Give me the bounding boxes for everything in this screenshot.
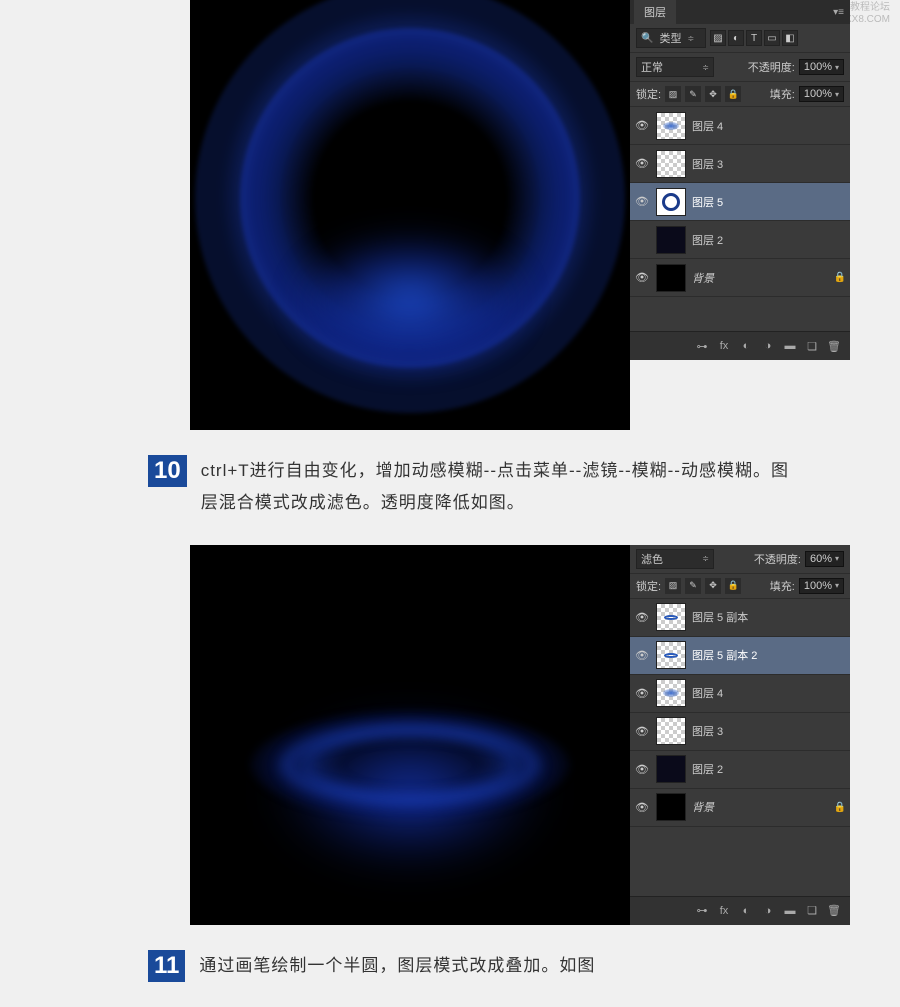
lock-paint-icon[interactable]: ✎ bbox=[685, 86, 701, 102]
canvas-preview-2 bbox=[190, 545, 630, 925]
layers-panel-2: 滤色 ≑ 不透明度: 60%▾ 锁定: ▨ ✎ ✥ 🔒 填充: 100%▾ bbox=[630, 545, 850, 925]
layer-thumb[interactable] bbox=[656, 679, 686, 707]
canvas-preview-1 bbox=[190, 0, 630, 430]
visibility-icon[interactable]: 👁 bbox=[634, 611, 650, 624]
trash-icon[interactable]: 🗑 bbox=[826, 903, 842, 919]
panel-footer: ⊶ fx ◐ ◑ ▬ ❏ 🗑 bbox=[630, 331, 850, 360]
layer-name[interactable]: 图层 5 bbox=[692, 194, 846, 210]
opacity-input[interactable]: 60%▾ bbox=[805, 551, 844, 567]
layer-thumb[interactable] bbox=[656, 188, 686, 216]
lock-icon: 🔒 bbox=[834, 802, 846, 813]
mask-icon[interactable]: ◐ bbox=[738, 338, 754, 354]
blend-mode-dropdown[interactable]: 正常 ≑ bbox=[636, 57, 714, 77]
layer-thumb[interactable] bbox=[656, 150, 686, 178]
filter-pixel-icon[interactable]: ▨ bbox=[710, 30, 726, 46]
layer-thumb[interactable] bbox=[656, 641, 686, 669]
layer-name[interactable]: 图层 3 bbox=[692, 723, 846, 739]
filter-adjust-icon[interactable]: ◐ bbox=[728, 30, 744, 46]
filter-shape-icon[interactable]: ▭ bbox=[764, 30, 780, 46]
lock-position-icon[interactable]: ✥ bbox=[705, 578, 721, 594]
layer-thumb[interactable] bbox=[656, 603, 686, 631]
visibility-icon[interactable]: 👁 bbox=[634, 157, 650, 170]
lock-icon: 🔒 bbox=[834, 272, 846, 283]
mask-icon[interactable]: ◐ bbox=[738, 903, 754, 919]
new-layer-icon[interactable]: ❏ bbox=[804, 903, 820, 919]
fill-input[interactable]: 100%▾ bbox=[799, 578, 844, 594]
visibility-icon[interactable]: 👁 bbox=[634, 801, 650, 814]
trash-icon[interactable]: 🗑 bbox=[826, 338, 842, 354]
panel-menu-icon[interactable]: ▾≡ bbox=[833, 7, 844, 18]
layer-name[interactable]: 图层 3 bbox=[692, 156, 846, 172]
panel-footer: ⊶ fx ◐ ◑ ▬ ❏ 🗑 bbox=[630, 896, 850, 925]
fill-label: 填充: bbox=[770, 86, 795, 102]
visibility-icon[interactable]: 👁 bbox=[634, 687, 650, 700]
layer-thumb[interactable] bbox=[656, 264, 686, 292]
visibility-icon[interactable]: 👁 bbox=[634, 119, 650, 132]
fill-label: 填充: bbox=[770, 578, 795, 594]
opacity-label: 不透明度: bbox=[748, 59, 795, 75]
layer-thumb[interactable] bbox=[656, 793, 686, 821]
fill-input[interactable]: 100%▾ bbox=[799, 86, 844, 102]
layer-name[interactable]: 背景 bbox=[692, 270, 828, 286]
filter-type-icon[interactable]: T bbox=[746, 30, 762, 46]
layers-list-2: 👁 图层 5 副本 👁 图层 5 副本 2 👁 图层 4 bbox=[630, 599, 850, 827]
layers-panel-1: 图层 ▾≡ 🔍 类型 ≑ ▨ ◐ T ▭ ◧ bbox=[630, 0, 850, 360]
blend-mode-dropdown[interactable]: 滤色 ≑ bbox=[636, 549, 714, 569]
lock-transparency-icon[interactable]: ▨ bbox=[665, 86, 681, 102]
layer-row[interactable]: 👁 图层 3 bbox=[630, 145, 850, 183]
adjustment-icon[interactable]: ◑ bbox=[760, 903, 776, 919]
layer-thumb[interactable] bbox=[656, 112, 686, 140]
layer-row[interactable]: 👁 图层 4 bbox=[630, 675, 850, 713]
filter-smart-icon[interactable]: ◧ bbox=[782, 30, 798, 46]
layer-row[interactable]: 👁 背景 🔒 bbox=[630, 259, 850, 297]
new-layer-icon[interactable]: ❏ bbox=[804, 338, 820, 354]
fx-icon[interactable]: fx bbox=[716, 338, 732, 354]
visibility-icon[interactable]: 👁 bbox=[634, 763, 650, 776]
group-icon[interactable]: ▬ bbox=[782, 903, 798, 919]
layer-name[interactable]: 图层 4 bbox=[692, 685, 846, 701]
layer-name[interactable]: 图层 2 bbox=[692, 232, 846, 248]
layer-filter-dropdown[interactable]: 🔍 类型 ≑ bbox=[636, 28, 706, 48]
layer-thumb[interactable] bbox=[656, 755, 686, 783]
link-icon[interactable]: ⊶ bbox=[694, 338, 710, 354]
lock-paint-icon[interactable]: ✎ bbox=[685, 578, 701, 594]
layer-thumb[interactable] bbox=[656, 226, 686, 254]
step-number-10: 10 bbox=[148, 455, 187, 487]
layer-name[interactable]: 图层 2 bbox=[692, 761, 846, 777]
layer-row[interactable]: 图层 2 bbox=[630, 221, 850, 259]
layers-list-1: 👁 图层 4 👁 图层 3 👁 图层 5 bbox=[630, 107, 850, 297]
layer-row[interactable]: 👁 背景 🔒 bbox=[630, 789, 850, 827]
lock-all-icon[interactable]: 🔒 bbox=[725, 86, 741, 102]
visibility-icon[interactable]: 👁 bbox=[634, 195, 650, 208]
layer-name[interactable]: 图层 4 bbox=[692, 118, 846, 134]
opacity-label: 不透明度: bbox=[754, 551, 801, 567]
adjustment-icon[interactable]: ◑ bbox=[760, 338, 776, 354]
step-number-11: 11 bbox=[148, 950, 185, 982]
lock-position-icon[interactable]: ✥ bbox=[705, 86, 721, 102]
layer-row[interactable]: 👁 图层 2 bbox=[630, 751, 850, 789]
visibility-icon[interactable]: 👁 bbox=[634, 725, 650, 738]
visibility-icon[interactable]: 👁 bbox=[634, 649, 650, 662]
lock-all-icon[interactable]: 🔒 bbox=[725, 578, 741, 594]
step-text-10: ctrl+T进行自由变化，增加动感模糊--点击菜单--滤镜--模糊--动感模糊。… bbox=[201, 455, 801, 520]
layer-name[interactable]: 图层 5 副本 2 bbox=[692, 647, 846, 663]
lock-label: 锁定: bbox=[636, 578, 661, 594]
layers-tab[interactable]: 图层 bbox=[634, 0, 676, 24]
group-icon[interactable]: ▬ bbox=[782, 338, 798, 354]
visibility-icon[interactable]: 👁 bbox=[634, 271, 650, 284]
opacity-input[interactable]: 100%▾ bbox=[799, 59, 844, 75]
layer-row[interactable]: 👁 图层 5 副本 bbox=[630, 599, 850, 637]
layer-row[interactable]: 👁 图层 4 bbox=[630, 107, 850, 145]
lock-label: 锁定: bbox=[636, 86, 661, 102]
lock-transparency-icon[interactable]: ▨ bbox=[665, 578, 681, 594]
layer-name[interactable]: 图层 5 副本 bbox=[692, 609, 846, 625]
fx-icon[interactable]: fx bbox=[716, 903, 732, 919]
layer-thumb[interactable] bbox=[656, 717, 686, 745]
layer-row[interactable]: 👁 图层 3 bbox=[630, 713, 850, 751]
link-icon[interactable]: ⊶ bbox=[694, 903, 710, 919]
layer-row[interactable]: 👁 图层 5 副本 2 bbox=[630, 637, 850, 675]
layer-name[interactable]: 背景 bbox=[692, 799, 828, 815]
step-text-11: 通过画笔绘制一个半圆，图层模式改成叠加。如图 bbox=[199, 950, 595, 982]
layer-row[interactable]: 👁 图层 5 bbox=[630, 183, 850, 221]
